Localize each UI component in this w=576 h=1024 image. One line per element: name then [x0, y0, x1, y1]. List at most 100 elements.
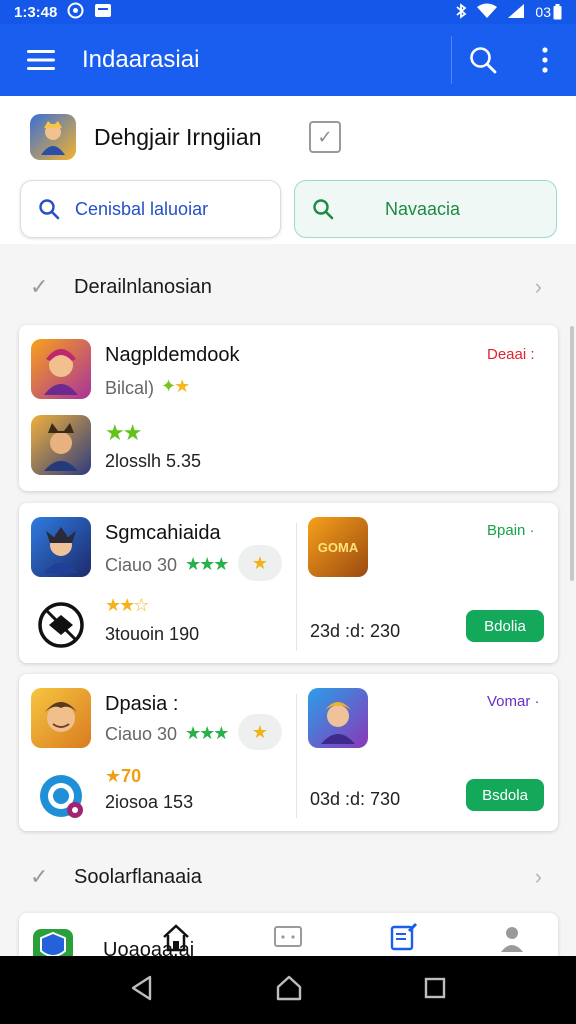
rating-stars-icon: ★★★	[185, 723, 229, 743]
profile-checkbox[interactable]: ✓	[309, 121, 341, 153]
game-logo-text: GOMA	[317, 539, 359, 555]
person-icon	[501, 927, 523, 952]
battery-label: 03	[535, 4, 551, 20]
game-subtitle: Bilcal)	[105, 378, 155, 398]
search-field-left-label: Cenisbal laluoiar	[75, 198, 209, 219]
star-badge-icon: ✦★	[161, 376, 190, 396]
status-time: 1:3:48	[14, 3, 58, 21]
game-stat: 3touoin 190	[105, 624, 200, 644]
battery-icon: 03	[535, 4, 562, 20]
overflow-menu-button[interactable]	[514, 24, 576, 96]
card-divider	[296, 523, 297, 651]
back-button[interactable]	[130, 975, 154, 1006]
search-field-right[interactable]: Navaacia	[294, 180, 557, 238]
status-tag: Bpain ·	[487, 522, 535, 539]
hamburger-icon	[27, 50, 55, 70]
star-icon: ★	[105, 766, 122, 786]
game-subtitle: Ciauo 30	[105, 724, 178, 744]
rating-stars-icon: ★★	[105, 420, 142, 445]
section-title: Soolarflanaaia	[74, 865, 202, 888]
game-name: Nagpldemdook	[105, 344, 240, 366]
game-name: Dpasia :	[105, 693, 179, 715]
search-icon	[313, 199, 334, 220]
hero-avatar-icon	[45, 702, 77, 732]
profile-avatar[interactable]	[30, 114, 76, 160]
hero-avatar-icon	[321, 702, 355, 744]
star-icon: ★	[251, 721, 269, 742]
warrior-avatar-icon	[44, 423, 78, 471]
search-icon	[39, 199, 60, 220]
wifi-icon	[477, 3, 498, 22]
section-title: Derailnlanosian	[74, 275, 212, 298]
profile-tab[interactable]	[496, 922, 528, 954]
game-card[interactable]: Sgmcahiaida Ciauo 30 ★★★ ★ ★★☆ 3touoin 1…	[19, 503, 558, 663]
game-stat-right: 23d :d: 230	[310, 621, 401, 641]
rating-value: 70	[121, 766, 142, 786]
game-thumbnail	[31, 339, 91, 399]
favorite-badge[interactable]: ★	[238, 545, 282, 581]
no-access-icon	[37, 601, 85, 649]
signal-icon	[507, 3, 525, 22]
more-vert-icon	[542, 47, 548, 73]
back-icon	[132, 975, 152, 1000]
game-thumbnail	[308, 688, 368, 748]
card-divider	[296, 694, 297, 818]
search-field-right-label: Navaacia	[385, 198, 461, 219]
game-thumbnail	[31, 517, 91, 577]
home-tab[interactable]	[160, 922, 192, 954]
system-nav-bar	[0, 956, 576, 1024]
star-icon: ★	[251, 552, 269, 573]
home-icon	[276, 975, 302, 1000]
rating-badge: ★70	[105, 766, 141, 787]
game-subtitle: Ciauo 30	[105, 555, 178, 575]
game-thumbnail: GOMA	[308, 517, 368, 577]
search-button[interactable]	[452, 24, 514, 96]
action-button[interactable]: Bdolia	[466, 610, 544, 642]
shield-app-icon	[33, 929, 73, 956]
target-icon	[37, 772, 87, 822]
status-tag: Vomar ·	[487, 693, 540, 710]
notification-icon	[94, 3, 112, 21]
edit-list-icon	[390, 922, 418, 951]
home-icon	[163, 924, 189, 952]
rating-stars-icon: ★★★	[185, 554, 229, 574]
game-thumbnail	[31, 688, 91, 748]
game-name: Sgmcahiaida	[105, 522, 221, 544]
check-icon: ✓	[317, 126, 333, 147]
action-button[interactable]: Bsdola	[466, 779, 544, 811]
game-stat: 2losslh 5.35	[105, 451, 202, 471]
bluetooth-icon	[455, 2, 467, 22]
app-bar: Indaarasiai	[0, 24, 576, 96]
check-icon: ✓	[30, 864, 49, 889]
header-panel: Dehgjair Irngiian ✓ Cenisbal laluoiar Na…	[0, 96, 576, 244]
section-header[interactable]: ✓ Derailnlanosian ›	[0, 263, 576, 311]
status-tag: Deaai :	[487, 346, 535, 363]
favorite-badge[interactable]: ★	[238, 714, 282, 750]
menu-button[interactable]	[0, 24, 82, 96]
section-header[interactable]: ✓ Soolarflanaaia ›	[0, 853, 576, 901]
messages-tab[interactable]	[272, 922, 304, 954]
hero-avatar-icon	[44, 527, 78, 573]
profile-name: Dehgjair Irngiian	[94, 124, 262, 150]
game-card[interactable]: Dpasia : Ciauo 30 ★★★ ★ ★70 2iosoa 153 V…	[19, 674, 558, 831]
hero-avatar-icon	[41, 121, 65, 155]
recents-icon	[424, 977, 445, 998]
status-bar: 1:3:48 03	[0, 0, 576, 24]
game-thumbnail	[31, 415, 91, 475]
game-stat-right: 03d :d: 730	[310, 789, 401, 809]
game-card[interactable]: Nagpldemdook Bilcal) ✦★ Deaai : ★★ 2loss…	[19, 325, 558, 491]
scrollbar[interactable]	[570, 326, 574, 581]
home-button[interactable]	[275, 974, 303, 1007]
app-title: Indaarasiai	[82, 46, 200, 73]
media-icon	[67, 2, 84, 22]
search-icon	[470, 47, 497, 74]
recents-button[interactable]	[424, 977, 446, 1004]
chevron-right-icon: ›	[534, 864, 542, 889]
search-field-left[interactable]: Cenisbal laluoiar	[20, 180, 281, 238]
chat-icon	[274, 926, 302, 947]
check-icon: ✓	[30, 274, 49, 299]
hero-avatar-icon	[44, 349, 78, 395]
library-tab[interactable]	[388, 920, 420, 952]
game-stat: 2iosoa 153	[105, 792, 194, 812]
rating-stars-icon: ★★☆	[105, 595, 149, 615]
